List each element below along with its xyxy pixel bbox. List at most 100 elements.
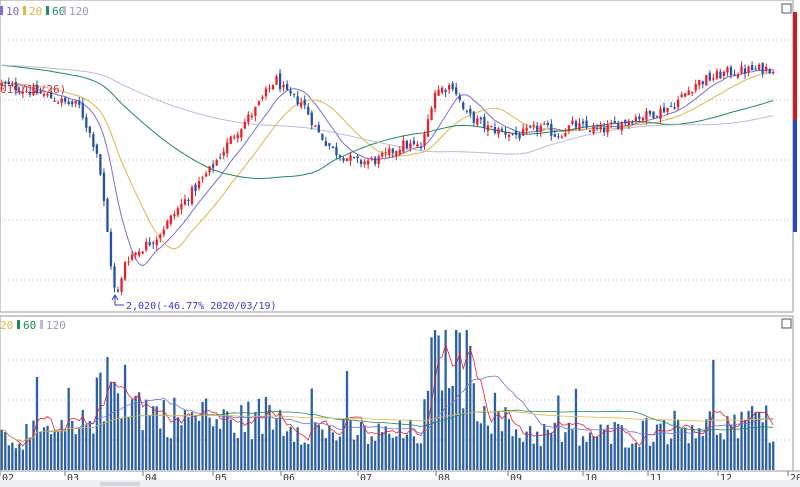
volume-bar [176, 417, 180, 470]
volume-bar [391, 437, 394, 470]
candle-body [391, 148, 394, 154]
candle-body [599, 124, 602, 130]
candle-body [571, 120, 574, 124]
volume-bar [257, 398, 261, 470]
candle-body [740, 66, 743, 73]
volume-bar [275, 418, 278, 470]
volume-bar [102, 421, 106, 470]
candle-body [451, 83, 454, 90]
candle-body [715, 71, 719, 79]
candle-body [331, 146, 335, 148]
candle-body [514, 131, 518, 135]
candle-body [116, 289, 120, 292]
candle-body [278, 73, 282, 89]
volume-bar [557, 395, 560, 470]
candle-body [536, 125, 539, 132]
candle-body [388, 148, 391, 155]
candle-body [567, 125, 571, 131]
candle-body [60, 98, 63, 103]
volume-bar [134, 395, 137, 470]
candle-body [750, 65, 754, 71]
volume-bar [60, 420, 63, 470]
candle-body [310, 112, 313, 126]
vol-legend-label-ma120: 120 [46, 319, 66, 332]
candle-body [236, 134, 239, 138]
volume-bar [74, 434, 77, 470]
legend-swatch-ma10 [0, 6, 3, 15]
volume-panel-window-icon[interactable] [781, 318, 792, 329]
volume-bar [465, 330, 468, 470]
candle-body [761, 62, 764, 74]
volume-bar [398, 420, 401, 470]
candle-body [123, 262, 127, 280]
volume-bar [356, 435, 359, 470]
candle-body [197, 181, 201, 189]
candle-body [603, 127, 606, 133]
volume-bar [627, 447, 630, 470]
candle-body [99, 154, 102, 175]
volume-bar [152, 406, 155, 470]
volume-bar [226, 411, 229, 470]
volume-bar [173, 397, 176, 470]
candle-body [130, 254, 134, 260]
candle-body [698, 80, 701, 86]
candle-body [349, 155, 352, 161]
candle-body [352, 156, 356, 158]
legend-label-ma20: 20 [29, 5, 42, 18]
volume-bar [388, 433, 391, 470]
volume-bar [261, 433, 264, 470]
candle-body [222, 151, 225, 156]
candle-body [504, 131, 507, 135]
volume-bar [162, 400, 165, 470]
volume-bar [141, 430, 144, 470]
vol-legend-label-ma20: 20 [0, 319, 13, 332]
volume-bar [39, 432, 42, 470]
volume-bar [264, 397, 268, 470]
vol-legend-label-ma60: 60 [23, 319, 36, 332]
volume-bar [694, 438, 697, 470]
candle-body [74, 100, 77, 104]
candle-body [486, 125, 490, 131]
candle-body [152, 242, 155, 244]
volume-bar [381, 432, 384, 470]
candle-body [557, 136, 560, 138]
volume-bar [247, 401, 250, 470]
volume-bar [208, 417, 211, 470]
candle-body [247, 114, 250, 123]
volume-bar [49, 434, 53, 470]
scrollbar-thumb[interactable] [100, 482, 140, 486]
volume-bar [448, 388, 451, 470]
volume-bar [293, 441, 296, 470]
volume-bar [215, 419, 218, 470]
volume-bar [536, 431, 539, 470]
price-panel-window-icon[interactable] [781, 3, 792, 14]
volume-bar [46, 425, 49, 470]
volume-bar [28, 437, 32, 470]
volume-bar [0, 429, 3, 470]
volume-bar [307, 444, 310, 470]
volume-bar [680, 428, 683, 470]
candle-body [613, 120, 616, 124]
candle-body [606, 124, 609, 133]
volume-bar [550, 433, 553, 470]
candle-body [430, 108, 433, 120]
volume-bar [169, 438, 172, 470]
candle-body [444, 89, 447, 92]
volume-bar [469, 345, 472, 470]
volume-bar [631, 443, 634, 470]
candle-body [729, 66, 733, 76]
volume-bar [539, 446, 542, 470]
candle-body [257, 101, 261, 105]
volume-bar [324, 438, 327, 470]
candle-body [162, 229, 165, 235]
volume-bar [254, 412, 257, 470]
volume-bar [95, 377, 99, 470]
volume-bar [81, 410, 84, 470]
volume-bar [7, 445, 10, 470]
volume-bar [486, 425, 490, 470]
volume-bar [278, 410, 282, 470]
volume-bar [645, 417, 648, 470]
candle-body [578, 123, 581, 130]
volume-bar [236, 438, 239, 470]
volume-bar [300, 444, 303, 470]
